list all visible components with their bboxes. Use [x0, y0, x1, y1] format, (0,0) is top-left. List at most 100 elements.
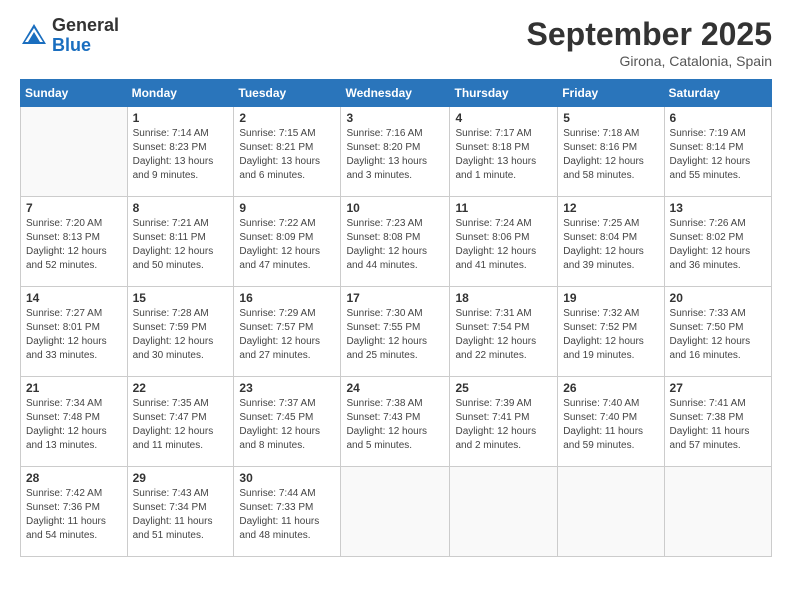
calendar-cell: 8Sunrise: 7:21 AM Sunset: 8:11 PM Daylig…: [127, 197, 234, 287]
day-info: Sunrise: 7:44 AM Sunset: 7:33 PM Dayligh…: [239, 487, 335, 543]
calendar-cell: 10Sunrise: 7:23 AM Sunset: 8:08 PM Dayli…: [341, 197, 450, 287]
calendar-cell: 6Sunrise: 7:19 AM Sunset: 8:14 PM Daylig…: [664, 107, 771, 197]
day-number: 29: [133, 471, 229, 485]
day-info: Sunrise: 7:23 AM Sunset: 8:08 PM Dayligh…: [346, 217, 444, 273]
col-thursday: Thursday: [450, 80, 558, 107]
day-number: 3: [346, 111, 444, 125]
day-info: Sunrise: 7:17 AM Sunset: 8:18 PM Dayligh…: [455, 127, 552, 183]
month-title: September 2025: [527, 16, 772, 53]
calendar-cell: 29 Sunrise: 7:43 AM Sunset: 7:34 PM Dayli…: [127, 467, 234, 557]
day-number: 15: [133, 291, 229, 305]
header: General Blue September 2025 Girona, Cata…: [20, 16, 772, 69]
calendar-cell: 28 Sunrise: 7:42 AM Sunset: 7:36 PM Dayli…: [21, 467, 128, 557]
header-row: Sunday Monday Tuesday Wednesday Thursday…: [21, 80, 772, 107]
day-info: Sunrise: 7:24 AM Sunset: 8:06 PM Dayligh…: [455, 217, 552, 273]
day-info: Sunrise: 7:35 AM Sunset: 7:47 PM Dayligh…: [133, 397, 229, 453]
day-info: Sunrise: 7:19 AM Sunset: 8:14 PM Dayligh…: [670, 127, 766, 183]
day-number: 12: [563, 201, 658, 215]
calendar-cell: [664, 467, 771, 557]
day-info: Sunrise: 7:39 AM Sunset: 7:41 PM Dayligh…: [455, 397, 552, 453]
day-info: Sunrise: 7:30 AM Sunset: 7:55 PM Dayligh…: [346, 307, 444, 363]
day-number: 16: [239, 291, 335, 305]
title-block: September 2025 Girona, Catalonia, Spain: [527, 16, 772, 69]
day-number: 4: [455, 111, 552, 125]
calendar-cell: 3 Sunrise: 7:16 AM Sunset: 8:20 PM Daylig…: [341, 107, 450, 197]
day-number: 22: [133, 381, 229, 395]
day-number: 25: [455, 381, 552, 395]
day-number: 9: [239, 201, 335, 215]
calendar-cell: 13 Sunrise: 7:26 AM Sunset: 8:02 PM Dayli…: [664, 197, 771, 287]
page: General Blue September 2025 Girona, Cata…: [0, 0, 792, 612]
col-tuesday: Tuesday: [234, 80, 341, 107]
day-number: 21: [26, 381, 122, 395]
logo-general: General: [52, 16, 119, 36]
day-info: Sunrise: 7:33 AM Sunset: 7:50 PM Dayligh…: [670, 307, 766, 363]
day-info: Sunrise: 7:34 AM Sunset: 7:48 PM Dayligh…: [26, 397, 122, 453]
day-number: 1: [133, 111, 229, 125]
calendar-cell: 9 Sunrise: 7:22 AM Sunset: 8:09 PM Daylig…: [234, 197, 341, 287]
calendar-cell: 20 Sunrise: 7:33 AM Sunset: 7:50 PM Dayli…: [664, 287, 771, 377]
day-number: 28: [26, 471, 122, 485]
day-info: Sunrise: 7:28 AM Sunset: 7:59 PM Dayligh…: [133, 307, 229, 363]
day-number: 20: [670, 291, 766, 305]
day-info: Sunrise: 7:14 AM Sunset: 8:23 PM Dayligh…: [133, 127, 229, 183]
calendar-cell: 7 Sunrise: 7:20 AM Sunset: 8:13 PM Daylig…: [21, 197, 128, 287]
calendar-header: Sunday Monday Tuesday Wednesday Thursday…: [21, 80, 772, 107]
day-info: Sunrise: 7:29 AM Sunset: 7:57 PM Dayligh…: [239, 307, 335, 363]
day-number: 23: [239, 381, 335, 395]
calendar-cell: 21 Sunrise: 7:34 AM Sunset: 7:48 PM Dayli…: [21, 377, 128, 467]
day-info: Sunrise: 7:38 AM Sunset: 7:43 PM Dayligh…: [346, 397, 444, 453]
day-info: Sunrise: 7:16 AM Sunset: 8:20 PM Dayligh…: [346, 127, 444, 183]
calendar-cell: 16 Sunrise: 7:29 AM Sunset: 7:57 PM Dayli…: [234, 287, 341, 377]
col-saturday: Saturday: [664, 80, 771, 107]
day-info: Sunrise: 7:22 AM Sunset: 8:09 PM Dayligh…: [239, 217, 335, 273]
day-info: Sunrise: 7:20 AM Sunset: 8:13 PM Dayligh…: [26, 217, 122, 273]
calendar-cell: 1 Sunrise: 7:14 AM Sunset: 8:23 PM Daylig…: [127, 107, 234, 197]
day-info: Sunrise: 7:26 AM Sunset: 8:02 PM Dayligh…: [670, 217, 766, 273]
day-info: Sunrise: 7:27 AM Sunset: 8:01 PM Dayligh…: [26, 307, 122, 363]
calendar-cell: 12 Sunrise: 7:25 AM Sunset: 8:04 PM Dayli…: [558, 197, 664, 287]
calendar-cell: [450, 467, 558, 557]
calendar-cell: 4 Sunrise: 7:17 AM Sunset: 8:18 PM Daylig…: [450, 107, 558, 197]
day-info: Sunrise: 7:18 AM Sunset: 8:16 PM Dayligh…: [563, 127, 658, 183]
calendar-cell: 24 Sunrise: 7:38 AM Sunset: 7:43 PM Dayli…: [341, 377, 450, 467]
calendar-cell: 14 Sunrise: 7:27 AM Sunset: 8:01 PM Dayli…: [21, 287, 128, 377]
col-friday: Friday: [558, 80, 664, 107]
day-number: 27: [670, 381, 766, 395]
day-info: Sunrise: 7:40 AM Sunset: 7:40 PM Dayligh…: [563, 397, 658, 453]
logo-text: General Blue: [52, 16, 119, 56]
col-monday: Monday: [127, 80, 234, 107]
calendar-cell: 11Sunrise: 7:24 AM Sunset: 8:06 PM Dayli…: [450, 197, 558, 287]
day-number: 7: [26, 201, 122, 215]
logo-icon: [20, 22, 48, 50]
day-info: Sunrise: 7:15 AM Sunset: 8:21 PM Dayligh…: [239, 127, 335, 183]
day-number: 5: [563, 111, 658, 125]
day-info: Sunrise: 7:32 AM Sunset: 7:52 PM Dayligh…: [563, 307, 658, 363]
day-number: 13: [670, 201, 766, 215]
day-info: Sunrise: 7:21 AM Sunset: 8:11 PM Dayligh…: [133, 217, 229, 273]
day-number: 2: [239, 111, 335, 125]
calendar-cell: 30Sunrise: 7:44 AM Sunset: 7:33 PM Dayli…: [234, 467, 341, 557]
day-info: Sunrise: 7:42 AM Sunset: 7:36 PM Dayligh…: [26, 487, 122, 543]
calendar-cell: 15 Sunrise: 7:28 AM Sunset: 7:59 PM Dayli…: [127, 287, 234, 377]
calendar-cell: 19 Sunrise: 7:32 AM Sunset: 7:52 PM Dayli…: [558, 287, 664, 377]
calendar-cell: [341, 467, 450, 557]
calendar-cell: 27Sunrise: 7:41 AM Sunset: 7:38 PM Dayli…: [664, 377, 771, 467]
calendar-cell: [558, 467, 664, 557]
day-number: 24: [346, 381, 444, 395]
day-info: Sunrise: 7:31 AM Sunset: 7:54 PM Dayligh…: [455, 307, 552, 363]
day-number: 14: [26, 291, 122, 305]
calendar-cell: 17Sunrise: 7:30 AM Sunset: 7:55 PM Dayli…: [341, 287, 450, 377]
calendar-cell: [21, 107, 128, 197]
calendar-body: 1 Sunrise: 7:14 AM Sunset: 8:23 PM Daylig…: [21, 107, 772, 557]
day-number: 26: [563, 381, 658, 395]
day-info: Sunrise: 7:37 AM Sunset: 7:45 PM Dayligh…: [239, 397, 335, 453]
day-number: 19: [563, 291, 658, 305]
calendar-cell: 5 Sunrise: 7:18 AM Sunset: 8:16 PM Daylig…: [558, 107, 664, 197]
location: Girona, Catalonia, Spain: [527, 53, 772, 69]
calendar-cell: 18 Sunrise: 7:31 AM Sunset: 7:54 PM Dayli…: [450, 287, 558, 377]
day-number: 18: [455, 291, 552, 305]
day-info: Sunrise: 7:25 AM Sunset: 8:04 PM Dayligh…: [563, 217, 658, 273]
calendar-table: Sunday Monday Tuesday Wednesday Thursday…: [20, 79, 772, 557]
day-info: Sunrise: 7:43 AM Sunset: 7:34 PM Dayligh…: [133, 487, 229, 543]
